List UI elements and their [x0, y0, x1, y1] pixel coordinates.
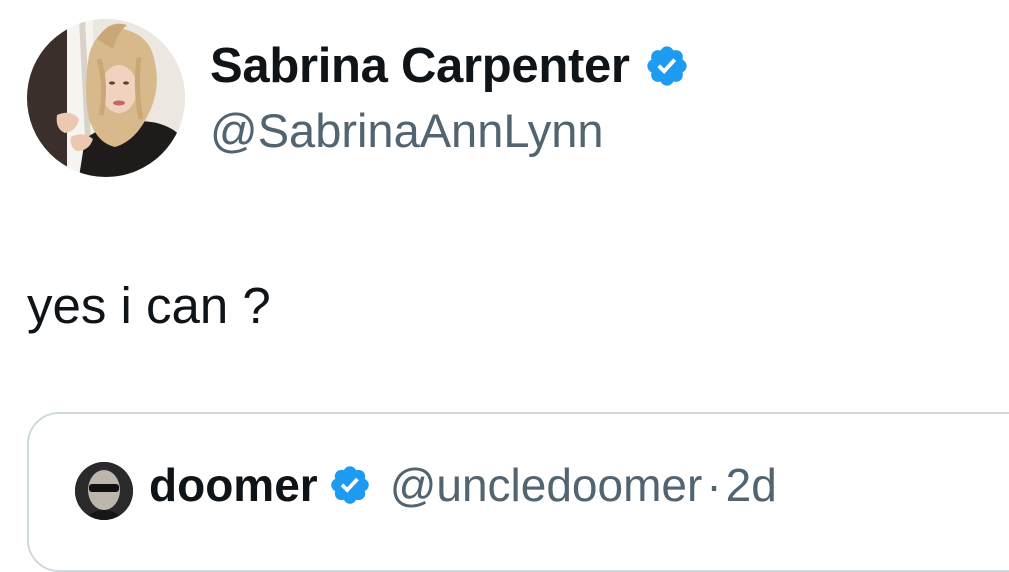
- quoted-tweet-card[interactable]: doomer @uncledoomer · 2d: [27, 412, 1009, 572]
- author-name-row[interactable]: Sabrina Carpenter: [210, 36, 690, 96]
- avatar-photo-icon: [27, 19, 185, 177]
- author-display-name[interactable]: Sabrina Carpenter: [210, 38, 630, 94]
- quoted-author-name[interactable]: doomer: [149, 458, 318, 512]
- author-handle[interactable]: @SabrinaAnnLynn: [210, 103, 604, 158]
- quoted-avatar-photo-icon: [75, 462, 133, 520]
- verified-badge-icon[interactable]: [644, 43, 690, 89]
- quoted-author-row[interactable]: doomer @uncledoomer · 2d: [149, 458, 777, 512]
- quoted-author-handle[interactable]: @uncledoomer: [390, 458, 703, 512]
- tweet[interactable]: Sabrina Carpenter @SabrinaAnnLynn yes i …: [0, 0, 1009, 572]
- quoted-timestamp[interactable]: 2d: [726, 458, 777, 512]
- quoted-verified-badge-icon[interactable]: [328, 463, 372, 507]
- author-avatar[interactable]: [27, 19, 185, 177]
- quoted-author-avatar[interactable]: [75, 462, 133, 520]
- quoted-separator: ·: [706, 459, 722, 511]
- tweet-text: yes i can ?: [27, 277, 271, 334]
